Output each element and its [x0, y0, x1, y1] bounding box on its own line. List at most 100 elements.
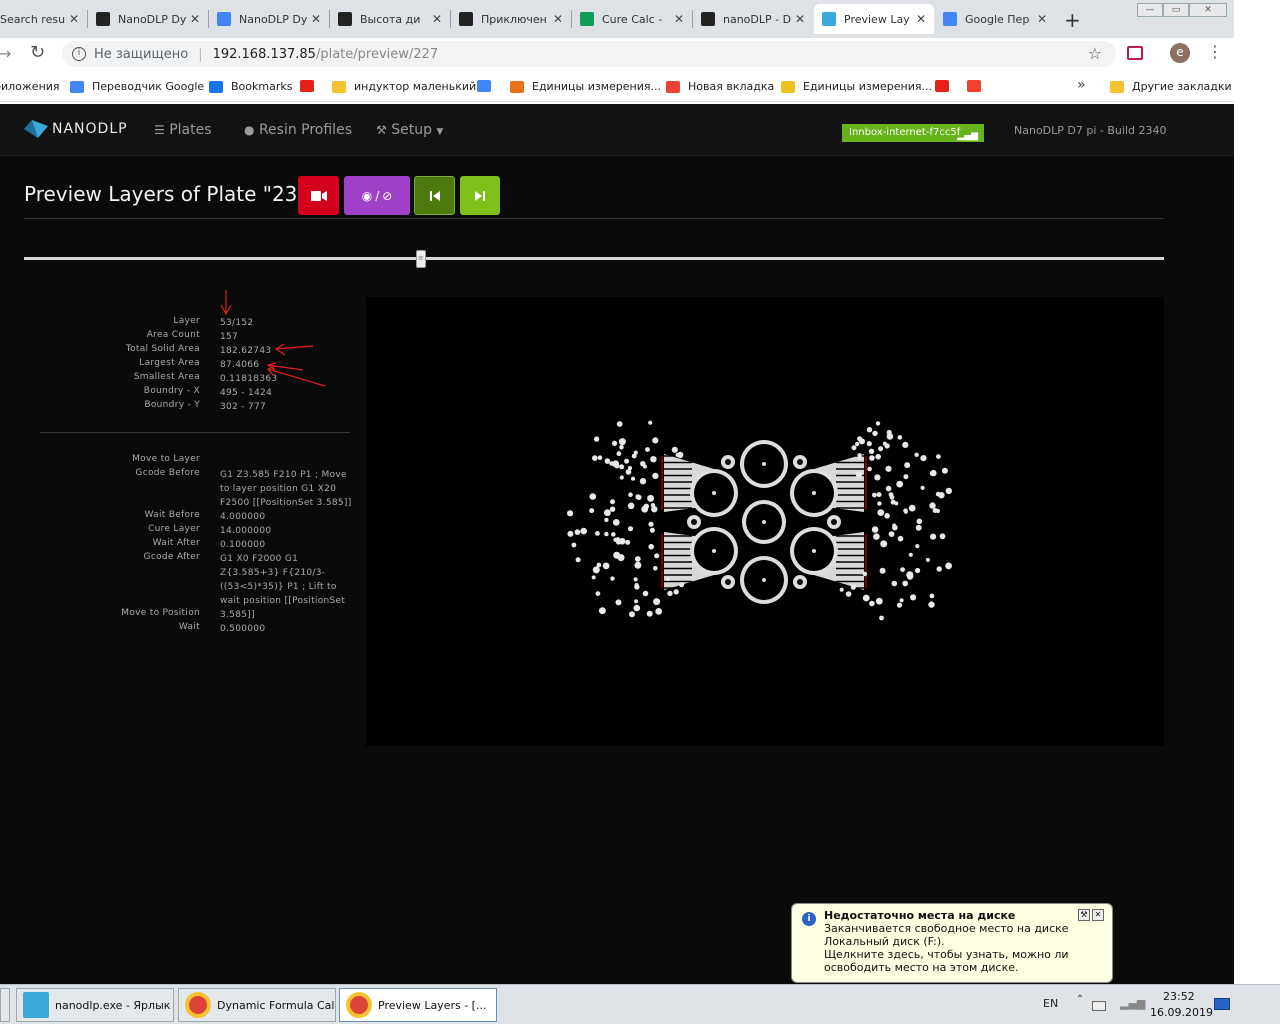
- bookmark-item[interactable]: Новая вкладка: [666, 80, 774, 93]
- other-bookmarks[interactable]: Другие закладки: [1110, 80, 1232, 93]
- low-disk-notification[interactable]: i Недостаточно места на диске Заканчивае…: [791, 903, 1113, 983]
- settings-icon[interactable]: ⚒: [1078, 909, 1090, 921]
- reload-button[interactable]: ↻: [30, 42, 45, 63]
- taskbar-item[interactable]: Dynamic Formula Calc...: [178, 988, 336, 1022]
- bookmarks-more-button[interactable]: »: [1077, 77, 1086, 93]
- chrome-icon: [346, 992, 372, 1018]
- gcode-label: Gcode Before: [135, 468, 200, 478]
- browser-tab[interactable]: Search resu ✕: [0, 4, 87, 34]
- tab-strip: Search resu ✕ NanoDLP Dy ✕ NanoDLP Dy ✕ Высота…: [0, 0, 1234, 38]
- build-info: NanoDLP D7 pi - Build 2340: [1014, 124, 1167, 137]
- clock-time[interactable]: 23:52: [1163, 990, 1195, 1003]
- minimize-button[interactable]: —: [1137, 3, 1163, 17]
- sheets-icon: [580, 12, 594, 26]
- bookmark-item[interactable]: риложения: [0, 80, 60, 93]
- close-tab-icon[interactable]: ✕: [1037, 12, 1047, 26]
- close-tab-icon[interactable]: ✕: [190, 12, 200, 26]
- bookmark-label: Единицы измерения...: [803, 80, 932, 93]
- browser-tab[interactable]: Высота ди ✕: [330, 4, 450, 34]
- folder-icon: [1110, 80, 1124, 93]
- wifi-badge-label: Innbox-internet-f7cc5f: [849, 127, 961, 138]
- browser-tab[interactable]: nanoDLP - D ✕: [693, 4, 813, 34]
- taskbar-item[interactable]: nanodlp.exe - Ярлык: [16, 988, 174, 1022]
- bookmark-item[interactable]: [477, 80, 499, 92]
- browser-tab[interactable]: NanoDLP Dy ✕: [88, 4, 208, 34]
- new-tab-button[interactable]: +: [1064, 8, 1081, 32]
- extension-icon[interactable]: [1127, 46, 1143, 60]
- bookmark-icon: [300, 80, 314, 92]
- browser-tab[interactable]: Preview Lay ✕: [814, 4, 934, 34]
- bookmark-label: риложения: [0, 80, 60, 93]
- bookmark-icon: [935, 80, 949, 92]
- browser-tab[interactable]: Приключен ✕: [451, 4, 571, 34]
- omnibox-bar: → ↻ i Не защищено | 192.168.137.85 /plat…: [0, 38, 1234, 70]
- security-label: Не защищено: [94, 46, 189, 62]
- close-tab-icon[interactable]: ✕: [553, 12, 563, 26]
- close-notification-button[interactable]: ✕: [1092, 909, 1104, 921]
- tab-separator: [87, 10, 88, 28]
- close-tab-icon[interactable]: ✕: [69, 12, 79, 26]
- bookmarks-bar: риложения Переводчик Google Bookmarks индук…: [0, 72, 1234, 102]
- annotation-arrows: [220, 290, 326, 387]
- browser-tab[interactable]: Google Пер ✕: [935, 4, 1055, 34]
- clock-date[interactable]: 16.09.2019: [1150, 1006, 1213, 1019]
- star-icon[interactable]: ☆: [1088, 44, 1102, 63]
- bookmark-icon: [477, 80, 491, 92]
- close-tab-icon[interactable]: ✕: [674, 12, 684, 26]
- taskbar-start-edge[interactable]: [0, 988, 10, 1022]
- taskbar-item-label: Dynamic Formula Calc...: [217, 998, 335, 1012]
- wifi-badge[interactable]: Innbox-internet-f7cc5f ▂▄▆: [842, 124, 984, 142]
- address-bar[interactable]: i Не защищено | 192.168.137.85 /plate/pr…: [62, 41, 1116, 67]
- close-tab-icon[interactable]: ✕: [795, 12, 805, 26]
- info-icon[interactable]: i: [72, 47, 86, 61]
- bookmark-item[interactable]: Единицы измерения...: [510, 80, 661, 93]
- info-circle-icon: i: [802, 912, 816, 926]
- bookmark-item[interactable]: индуктор маленький: [332, 80, 476, 93]
- close-tab-icon[interactable]: ✕: [311, 12, 321, 26]
- language-indicator[interactable]: EN: [1043, 997, 1058, 1010]
- notification-line2: Щелкните здесь, чтобы узнать, можно ли о…: [824, 948, 1069, 974]
- tab-separator: [329, 10, 330, 28]
- bookmark-item[interactable]: Bookmarks: [209, 80, 292, 93]
- avatar[interactable]: e: [1170, 43, 1190, 63]
- browser-tab[interactable]: NanoDLP Dy ✕: [209, 4, 329, 34]
- tab-separator: [692, 10, 693, 28]
- tab-separator: [571, 10, 572, 28]
- bookmark-item[interactable]: [935, 80, 957, 92]
- close-window-button[interactable]: ✕: [1189, 3, 1227, 17]
- bookmark-item[interactable]: [967, 80, 989, 92]
- bookmark-icon: [967, 80, 981, 92]
- previous-layer-button[interactable]: [414, 176, 455, 215]
- browser-window: Search resu ✕ NanoDLP Dy ✕ NanoDLP Dy ✕ Высота…: [0, 0, 1234, 984]
- docs-icon: [217, 12, 231, 26]
- close-tab-icon[interactable]: ✕: [432, 12, 442, 26]
- bookmark-item[interactable]: Переводчик Google: [70, 80, 204, 93]
- slider-handle[interactable]: ≡: [415, 250, 426, 268]
- tab-separator: [208, 10, 209, 28]
- step-backward-icon: [429, 190, 440, 201]
- url-path: /plate/preview/227: [315, 46, 439, 62]
- menu-icon[interactable]: ⋮: [1207, 42, 1223, 61]
- taskbar-item[interactable]: Preview Layers - [...: [339, 988, 497, 1022]
- notification-line1: Заканчивается свободное место на диске Л…: [824, 922, 1069, 948]
- gcode-value: 0.100000: [220, 540, 266, 550]
- browser-tab[interactable]: Cure Calc - ✕: [572, 4, 692, 34]
- back-button[interactable]: →: [0, 44, 11, 63]
- bookmark-item[interactable]: [300, 80, 322, 92]
- step-forward-icon: [475, 190, 485, 201]
- taskbar: nanodlp.exe - Ярлык Dynamic Formula Calc.…: [0, 984, 1280, 1024]
- tray-expand-icon[interactable]: ⌃: [1072, 994, 1088, 1014]
- bookmark-item[interactable]: Единицы измерения...: [781, 80, 932, 93]
- bookmark-label: Новая вкладка: [688, 80, 775, 93]
- next-layer-button[interactable]: [460, 176, 500, 215]
- show-desktop-icon[interactable]: [1214, 998, 1230, 1010]
- caret-down-icon: ▼: [436, 127, 444, 137]
- nanodlp-logo-icon: [822, 12, 836, 26]
- disk-icon[interactable]: [1092, 1001, 1106, 1011]
- gcode-label: Move to Position: [121, 608, 200, 618]
- maximize-button[interactable]: ▭: [1163, 3, 1189, 17]
- gcode-label: Wait: [178, 622, 200, 632]
- url-host: 192.168.137.85: [212, 46, 316, 62]
- signal-bars-icon[interactable]: ▂▄▆: [1120, 997, 1145, 1010]
- close-tab-icon[interactable]: ✕: [916, 12, 926, 26]
